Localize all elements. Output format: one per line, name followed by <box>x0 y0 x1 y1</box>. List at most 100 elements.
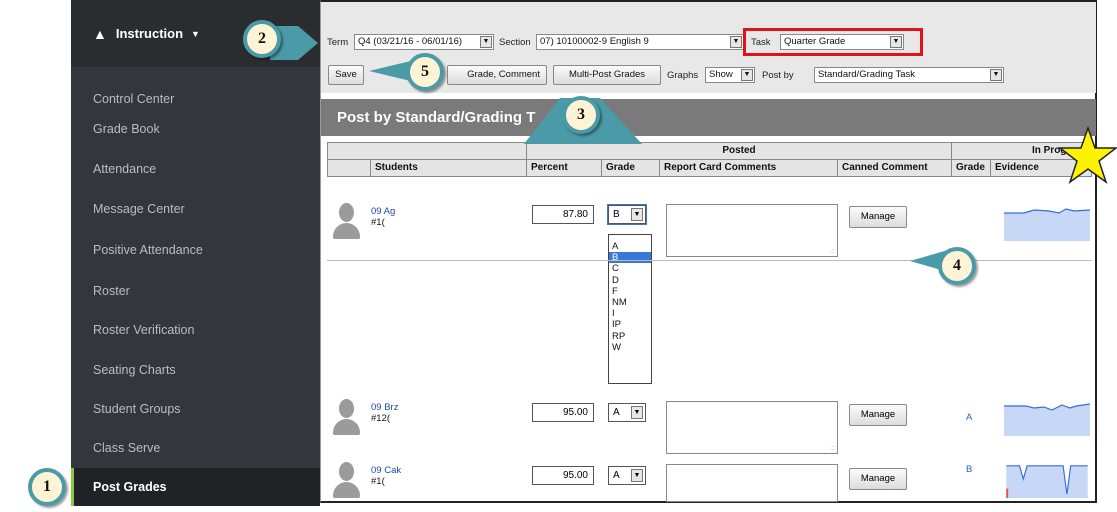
graphs-select[interactable]: Show ▼ <box>705 67 755 83</box>
grade-option[interactable]: A <box>609 241 651 252</box>
evidence-sparkline <box>1006 465 1088 498</box>
section-label: Section <box>499 37 531 48</box>
evidence-sparkline <box>1004 403 1090 436</box>
sidebar-item-message-center[interactable]: Message Center <box>71 190 320 228</box>
column-canned-comment[interactable]: Canned Comment <box>837 159 952 177</box>
callout-2-number: 2 <box>243 20 281 58</box>
callout-1-number: 1 <box>28 468 66 506</box>
graduation-cap-icon: ▲ <box>93 25 107 42</box>
graphs-label: Graphs <box>667 70 699 81</box>
postby-label: Post by <box>762 70 794 81</box>
grade-option-selected[interactable]: B <box>609 252 651 264</box>
callout-3-number: 3 <box>562 96 600 134</box>
postby-select-value: Standard/Grading Task <box>818 69 915 80</box>
percent-input[interactable]: 87.80 <box>532 205 594 224</box>
student-name[interactable]: 09 Ag #1( <box>371 206 395 228</box>
grade-select[interactable]: B ▼ <box>607 204 647 225</box>
student-name-link[interactable]: 09 Cak <box>371 465 401 476</box>
report-card-comment-field[interactable]: .:: <box>666 401 838 454</box>
sidebar-item-student-groups[interactable]: Student Groups <box>71 390 320 428</box>
grade-option[interactable]: I <box>609 308 651 319</box>
avatar <box>331 203 361 241</box>
sidebar-item-roster-verification[interactable]: Roster Verification <box>71 311 320 349</box>
grade-select[interactable]: A ▼ <box>608 403 646 422</box>
graphs-select-value: Show <box>709 69 733 80</box>
grade-option[interactable]: W <box>609 342 651 353</box>
row-divider <box>327 260 1092 261</box>
task-label: Task <box>751 37 771 48</box>
column-students[interactable]: Students <box>370 159 527 177</box>
column-grade[interactable]: Grade <box>601 159 660 177</box>
grade-option[interactable]: NM <box>609 297 651 308</box>
grade-option[interactable]: F <box>609 286 651 297</box>
percent-input[interactable]: 95.00 <box>532 466 594 485</box>
column-percent[interactable]: Percent <box>526 159 602 177</box>
grade-option[interactable]: IP <box>609 319 651 330</box>
grade-dropdown-list[interactable]: A B C D F NM I IP RP W <box>608 234 652 384</box>
sidebar-header-label: Instruction <box>115 26 184 41</box>
page-title: Post by Standard/Grading T <box>321 99 1096 136</box>
term-select-value: Q4 (03/21/16 - 06/01/16) <box>358 36 463 47</box>
manage-button[interactable]: Manage <box>849 468 907 490</box>
save-button[interactable]: Save <box>328 65 364 85</box>
chevron-down-icon: ▼ <box>890 36 902 48</box>
grade-select-value: A <box>613 407 620 418</box>
grade-comment-button[interactable]: Grade, Comment <box>447 65 547 85</box>
student-id: #1( <box>371 217 385 228</box>
sidebar-item-class-serve[interactable]: Class Serve <box>71 429 320 467</box>
term-select[interactable]: Q4 (03/21/16 - 06/01/16) ▼ <box>354 34 494 50</box>
grade-option[interactable]: RP <box>609 331 651 342</box>
chevron-down-icon: ▼ <box>480 36 492 48</box>
manage-button[interactable]: Manage <box>849 404 907 426</box>
in-progress-grade: A <box>966 412 973 423</box>
sidebar-item-seating-charts[interactable]: Seating Charts <box>71 351 320 389</box>
section-select-value: 07) 10100002-9 English 9 <box>540 36 649 47</box>
grid-header-photo <box>327 159 371 177</box>
manage-button[interactable]: Manage <box>849 206 907 228</box>
avatar <box>331 462 361 500</box>
student-name-link[interactable]: 09 Ag <box>371 206 395 217</box>
in-progress-grade: B <box>966 464 973 475</box>
sidebar-item-post-grades[interactable]: Post Grades <box>71 468 320 506</box>
star-icon <box>1058 126 1117 184</box>
multi-post-grades-button[interactable]: Multi-Post Grades <box>553 65 661 85</box>
callout-4-number: 4 <box>938 247 976 285</box>
task-select[interactable]: Quarter Grade ▼ <box>780 34 904 50</box>
grid-header-blank <box>327 142 527 160</box>
student-name[interactable]: 09 Cak #1( <box>371 465 401 487</box>
grade-select-value: B <box>613 209 620 220</box>
report-card-comment-field[interactable]: .:: <box>666 204 838 257</box>
sidebar: ▲ Instruction ▼ Control Center Grade Boo… <box>71 0 320 506</box>
chevron-down-icon: ▼ <box>990 69 1002 81</box>
column-ip-grade[interactable]: Grade <box>951 159 991 177</box>
section-select[interactable]: 07) 10100002-9 English 9 ▼ <box>536 34 744 50</box>
chevron-down-icon: ▼ <box>631 208 643 221</box>
caret-down-icon: ▼ <box>191 28 200 39</box>
report-card-comment-field[interactable] <box>666 464 838 502</box>
percent-input[interactable]: 95.00 <box>532 403 594 422</box>
sidebar-item-roster[interactable]: Roster <box>71 272 320 310</box>
avatar <box>331 399 361 437</box>
chevron-down-icon: ▼ <box>741 69 753 81</box>
column-report-card-comments[interactable]: Report Card Comments <box>659 159 838 177</box>
task-select-value: Quarter Grade <box>784 36 846 47</box>
grade-option[interactable]: D <box>609 275 651 286</box>
sidebar-item-positive-attendance[interactable]: Positive Attendance <box>71 231 320 269</box>
grade-select[interactable]: A ▼ <box>608 466 646 485</box>
postby-select[interactable]: Standard/Grading Task ▼ <box>814 67 1004 83</box>
student-name-link[interactable]: 09 Brz <box>371 402 398 413</box>
grade-option[interactable]: C <box>609 263 651 274</box>
student-name[interactable]: 09 Brz #12( <box>371 402 398 424</box>
grid-header: Posted In Progress Students Percent Grad… <box>327 142 1092 178</box>
chevron-down-icon: ▼ <box>631 406 643 419</box>
sidebar-item-attendance[interactable]: Attendance <box>71 150 320 188</box>
chevron-down-icon: ▼ <box>730 36 742 48</box>
sidebar-item-grade-book[interactable]: Grade Book <box>71 110 320 148</box>
student-id: #12( <box>371 413 391 424</box>
term-label: Term <box>327 37 349 48</box>
chevron-down-icon: ▼ <box>631 469 643 482</box>
grade-select-value: A <box>613 470 620 481</box>
evidence-sparkline <box>1004 208 1090 241</box>
callout-5-number: 5 <box>406 53 444 91</box>
student-id: #1( <box>371 476 385 487</box>
